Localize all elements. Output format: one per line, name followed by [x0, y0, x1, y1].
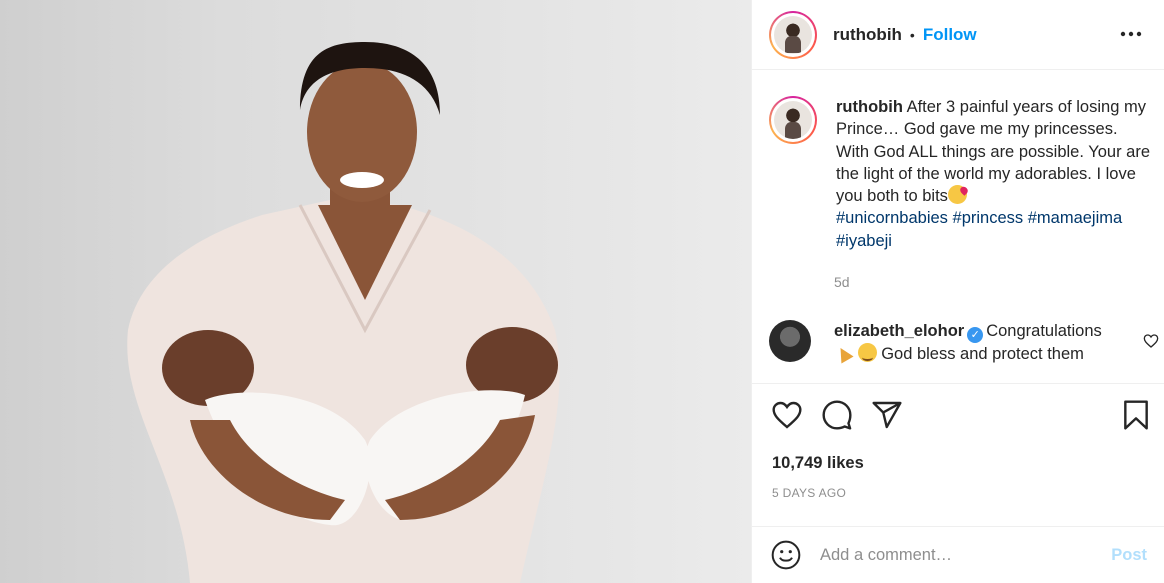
post-side-panel: ruthobih • Follow ruthobih After 3 painf… — [751, 0, 1164, 583]
comment-bubble-icon[interactable] — [820, 398, 854, 432]
comment-item: elizabeth_elohor ✓ Congratulations God ble… — [769, 320, 1159, 366]
emoji-smile-icon[interactable] — [770, 539, 802, 571]
verified-badge-icon: ✓ — [967, 327, 984, 343]
party-popper-emoji-icon — [834, 343, 853, 362]
bookmark-icon[interactable] — [1119, 398, 1153, 432]
post-caption: ruthobih After 3 painful years of losing… — [769, 96, 1154, 252]
caption-age[interactable]: 5d — [834, 274, 850, 290]
post-actions — [770, 398, 1153, 436]
author-avatar[interactable] — [769, 10, 817, 59]
instagram-post: ruthobih • Follow ruthobih After 3 painf… — [0, 0, 1164, 583]
actions-divider — [752, 383, 1164, 384]
add-comment-bar: Post — [752, 526, 1164, 583]
caption-username[interactable]: ruthobih — [836, 98, 903, 116]
smiling-hearts-emoji-icon — [857, 343, 877, 362]
comment-body-2: God bless and protect them — [881, 345, 1084, 363]
heart-icon[interactable] — [770, 398, 804, 432]
header-separator: • — [909, 26, 915, 43]
hashtag-princess[interactable]: #princess — [953, 209, 1024, 227]
post-comment-button[interactable]: Post — [1111, 546, 1147, 565]
comment-input[interactable] — [820, 545, 1100, 565]
comment-text: elizabeth_elohor ✓ Congratulations God ble… — [834, 320, 1124, 366]
more-horizontal-icon[interactable] — [1119, 22, 1143, 46]
hashtag-mamaejima[interactable]: #mamaejima — [1028, 209, 1122, 227]
post-date[interactable]: 5 DAYS AGO — [772, 486, 846, 500]
hashtag-unicornbabies[interactable]: #unicornbabies — [836, 209, 948, 227]
likes-count[interactable]: 10,749 likes — [772, 454, 864, 473]
post-header: ruthobih • Follow — [752, 0, 1164, 70]
author-username[interactable]: ruthobih — [833, 25, 902, 45]
caption-text: ruthobih After 3 painful years of losing… — [836, 96, 1154, 252]
commenter-username[interactable]: elizabeth_elohor — [834, 322, 964, 340]
kiss-emoji-icon — [947, 185, 967, 205]
post-photo[interactable] — [0, 0, 751, 583]
share-plane-icon[interactable] — [870, 398, 904, 432]
commenter-avatar[interactable] — [769, 320, 811, 362]
comment-like-heart-icon[interactable] — [1143, 333, 1159, 349]
follow-button[interactable]: Follow — [923, 25, 977, 45]
photo-illustration — [127, 42, 560, 583]
comment-body-1: Congratulations — [986, 322, 1102, 340]
caption-avatar[interactable] — [769, 96, 817, 144]
hashtag-iyabeji[interactable]: #iyabeji — [836, 232, 892, 250]
